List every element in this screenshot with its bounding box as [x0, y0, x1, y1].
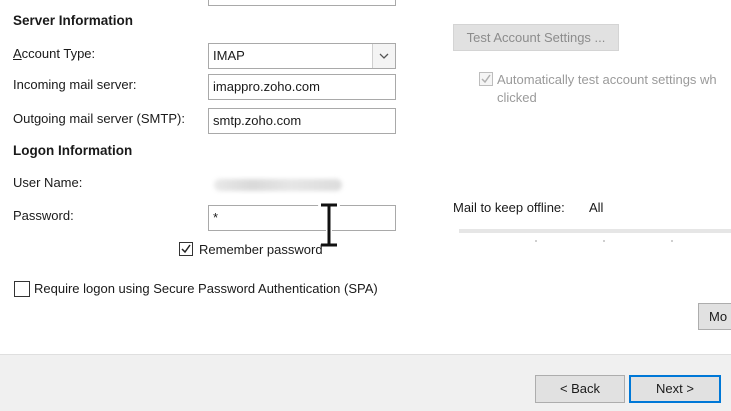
password-input[interactable]: * — [208, 205, 396, 231]
checkmark-icon — [481, 74, 491, 84]
remember-password-checkbox[interactable] — [179, 242, 193, 256]
slider-tick — [603, 240, 605, 242]
logon-information-heading: Logon Information — [13, 143, 133, 158]
password-label: Password: — [13, 208, 74, 223]
more-settings-button[interactable]: Mo — [698, 303, 731, 330]
slider-tick — [671, 240, 673, 242]
incoming-server-label: Incoming mail server: — [13, 77, 137, 92]
account-type-select[interactable]: IMAP — [208, 43, 396, 69]
account-type-label: Account Type: — [13, 46, 96, 61]
username-field-blurred[interactable] — [208, 172, 396, 198]
test-account-settings-button[interactable]: Test Account Settings ... — [453, 24, 619, 51]
account-type-value: IMAP — [213, 48, 245, 63]
offline-label: Mail to keep offline: — [453, 200, 565, 215]
redacted-username — [214, 179, 342, 191]
chevron-down-icon[interactable] — [372, 44, 395, 68]
offline-slider-track[interactable] — [459, 229, 731, 233]
offline-value: All — [589, 200, 604, 215]
next-button[interactable]: Next > — [629, 375, 721, 403]
remember-password-label[interactable]: Remember password — [199, 242, 323, 257]
incoming-server-input[interactable]: imappro.zoho.com — [208, 74, 396, 100]
server-information-heading: Server Information — [13, 13, 134, 28]
username-label: User Name: — [13, 175, 83, 190]
top-field-partial[interactable] — [208, 0, 396, 6]
slider-tick — [535, 240, 537, 242]
auto-test-checkbox[interactable] — [479, 72, 493, 86]
password-value: * — [213, 210, 219, 225]
next-button-label: Next > — [656, 381, 694, 396]
outgoing-server-input[interactable]: smtp.zoho.com — [208, 108, 396, 134]
incoming-server-value: imappro.zoho.com — [213, 79, 320, 94]
back-button-label: < Back — [559, 381, 601, 396]
spa-label[interactable]: Require logon using Secure Password Auth… — [34, 281, 378, 296]
text-cursor-icon — [318, 202, 340, 248]
back-button[interactable]: < Back — [535, 375, 625, 403]
outgoing-server-label: Outgoing mail server (SMTP): — [13, 111, 185, 126]
auto-test-label: Automatically test account settings wh c… — [497, 72, 717, 105]
spa-checkbox[interactable] — [14, 281, 30, 297]
outgoing-server-value: smtp.zoho.com — [213, 113, 302, 128]
checkmark-icon — [181, 244, 191, 254]
